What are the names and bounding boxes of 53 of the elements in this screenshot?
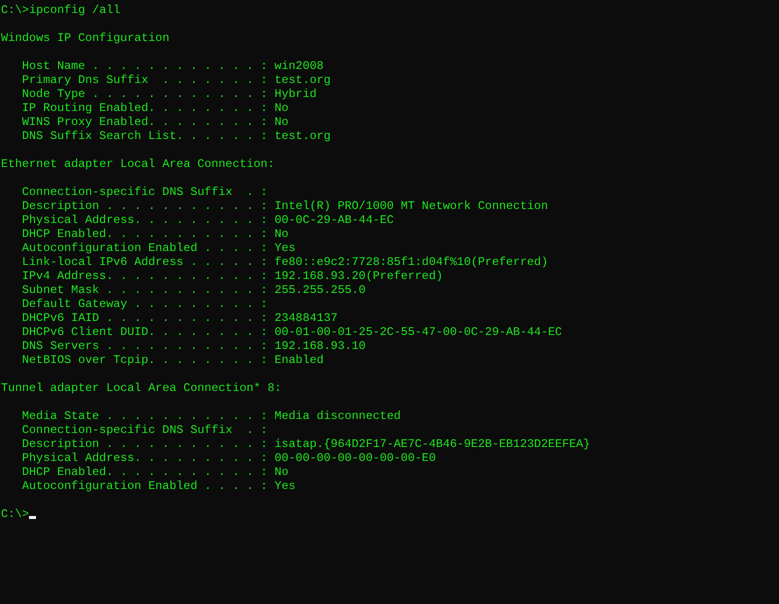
field-value: No <box>274 101 289 115</box>
field-label: Link-local IPv6 Address . . . . . : <box>22 255 268 269</box>
field-value: No <box>274 115 289 129</box>
field-label: NetBIOS over Tcpip. . . . . . . . : <box>22 353 268 367</box>
field-value: Media disconnected <box>274 409 401 423</box>
field-value: fe80::e9c2:7728:85f1:d04f%10(Preferred) <box>274 255 548 269</box>
prompt-text: C:\> <box>1 3 30 17</box>
field-label: DHCPv6 IAID . . . . . . . . . . . : <box>22 311 268 325</box>
field-value: 255.255.255.0 <box>274 283 366 297</box>
field-value: No <box>274 227 289 241</box>
field-value: Yes <box>274 479 296 493</box>
field-value: Enabled <box>274 353 324 367</box>
field-label: Media State . . . . . . . . . . . : <box>22 409 268 423</box>
field-label: DNS Suffix Search List. . . . . . : <box>22 129 268 143</box>
field-value: Intel(R) PRO/1000 MT Network Connection <box>274 199 548 213</box>
prompt-text: C:\> <box>1 507 30 521</box>
field-label: Autoconfiguration Enabled . . . . : <box>22 479 268 493</box>
field-label: WINS Proxy Enabled. . . . . . . . : <box>22 115 268 129</box>
field-label: DHCPv6 Client DUID. . . . . . . . : <box>22 325 268 339</box>
section-heading: Tunnel adapter Local Area Connection* 8: <box>1 381 282 395</box>
field-value: Yes <box>274 241 296 255</box>
field-value: Hybrid <box>274 87 317 101</box>
field-value: 00-00-00-00-00-00-00-E0 <box>274 451 436 465</box>
field-label: Connection-specific DNS Suffix . : <box>22 423 268 437</box>
field-label: Host Name . . . . . . . . . . . . : <box>22 59 268 73</box>
section-heading: Windows IP Configuration <box>1 31 170 45</box>
field-label: Connection-specific DNS Suffix . : <box>22 185 268 199</box>
field-value: isatap.{964D2F17-AE7C-4B46-9E2B-EB123D2EEFEA} <box>274 437 590 451</box>
command-text: ipconfig /all <box>29 3 120 17</box>
field-label: Primary Dns Suffix . . . . . . . : <box>22 73 268 87</box>
field-label: Default Gateway . . . . . . . . . : <box>22 297 268 311</box>
field-value: test.org <box>274 129 331 143</box>
field-label: Node Type . . . . . . . . . . . . : <box>22 87 268 101</box>
field-value: win2008 <box>274 59 324 73</box>
field-label: DNS Servers . . . . . . . . . . . : <box>22 339 268 353</box>
field-value: 234884137 <box>274 311 338 325</box>
field-value: 00-01-00-01-25-2C-55-47-00-0C-29-AB-44-EC <box>274 325 562 339</box>
field-label: DHCP Enabled. . . . . . . . . . . : <box>22 465 268 479</box>
field-label: Subnet Mask . . . . . . . . . . . : <box>22 283 268 297</box>
field-label: IP Routing Enabled. . . . . . . . : <box>22 101 268 115</box>
field-label: Autoconfiguration Enabled . . . . : <box>22 241 268 255</box>
section-heading: Ethernet adapter Local Area Connection: <box>1 157 275 171</box>
field-label: IPv4 Address. . . . . . . . . . . : <box>22 269 268 283</box>
field-label: Description . . . . . . . . . . . : <box>22 199 268 213</box>
field-label: DHCP Enabled. . . . . . . . . . . : <box>22 227 268 241</box>
field-value: No <box>274 465 289 479</box>
field-value: test.org <box>274 73 331 87</box>
field-value: 192.168.93.20(Preferred) <box>274 269 443 283</box>
field-value: 00-0C-29-AB-44-EC <box>274 213 394 227</box>
field-value: 192.168.93.10 <box>274 339 366 353</box>
field-label: Physical Address. . . . . . . . . : <box>22 213 268 227</box>
field-label: Physical Address. . . . . . . . . : <box>22 451 268 465</box>
field-label: Description . . . . . . . . . . . : <box>22 437 268 451</box>
